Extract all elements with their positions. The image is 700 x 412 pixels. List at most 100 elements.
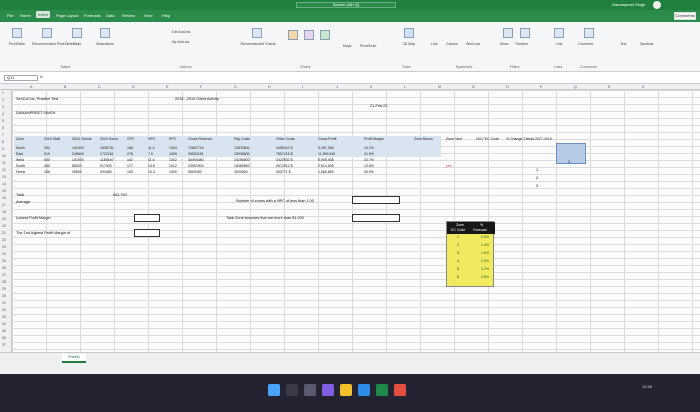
table-cell[interactable]: 294480 bbox=[100, 170, 112, 174]
table-cell[interactable]: 5,905,938 bbox=[318, 158, 334, 162]
row-header[interactable]: 19 bbox=[2, 217, 6, 221]
chat-icon[interactable] bbox=[322, 384, 334, 396]
header-cell[interactable]: RPC bbox=[169, 137, 176, 141]
table-cell[interactable]: 1002 bbox=[169, 158, 177, 162]
my-addins-button[interactable]: My Add-ins bbox=[172, 40, 206, 44]
row-header[interactable]: 13 bbox=[2, 175, 6, 179]
header-cell[interactable]: Zone bbox=[16, 137, 24, 141]
table-cell[interactable]: 30.0% bbox=[364, 170, 374, 174]
link-icon[interactable] bbox=[554, 28, 564, 38]
row-header[interactable]: 33 bbox=[2, 315, 6, 319]
table-cell[interactable]: 5,497,306 bbox=[318, 146, 334, 150]
tab-formulas[interactable]: Formulas bbox=[84, 13, 101, 18]
header-cell[interactable]: 2016 Staff bbox=[44, 137, 60, 141]
col-s[interactable]: S bbox=[642, 85, 644, 89]
col-m[interactable]: M bbox=[438, 85, 441, 89]
table-cell[interactable]: 10.8 bbox=[148, 164, 155, 168]
table-cell[interactable]: Home bbox=[16, 170, 25, 174]
table-cell[interactable]: 1608730 bbox=[100, 146, 114, 150]
fx-icon[interactable]: fx bbox=[40, 74, 43, 79]
header-cell[interactable]: % Change Clients 2017-2019 bbox=[506, 137, 552, 141]
table-cell[interactable]: 3000600 bbox=[234, 170, 248, 174]
row-header[interactable]: 21 bbox=[2, 231, 6, 235]
cell-title[interactable]: 2016 - 2019 Client Activity bbox=[175, 97, 219, 101]
tab-file[interactable]: File bbox=[7, 13, 13, 18]
recommended-pivot-icon[interactable] bbox=[42, 28, 52, 38]
pie-chart-icon[interactable] bbox=[304, 30, 314, 40]
cell-name[interactable]: DAMANPREET SINGH bbox=[16, 111, 55, 115]
col-e[interactable]: E bbox=[166, 85, 168, 89]
slicer-icon[interactable] bbox=[503, 28, 513, 38]
table-cell[interactable]: 177 bbox=[127, 164, 133, 168]
table-cell[interactable]: 1,668,689 bbox=[318, 170, 334, 174]
col-h[interactable]: H bbox=[268, 85, 271, 89]
col-b[interactable]: B bbox=[64, 85, 66, 89]
answer-box-1[interactable] bbox=[134, 214, 160, 222]
forecast-zone[interactable]: 6 bbox=[457, 275, 459, 279]
table-cell[interactable]: 7557216 $ bbox=[276, 152, 293, 156]
forecast-zone[interactable]: 2 bbox=[457, 243, 459, 247]
col-i[interactable]: I bbox=[302, 85, 303, 89]
row-header[interactable]: 5 bbox=[2, 119, 4, 123]
comment-icon[interactable] bbox=[584, 28, 594, 38]
row-header[interactable]: 14 bbox=[2, 182, 6, 186]
forecast-pct[interactable]: 3.8% bbox=[481, 275, 489, 279]
table-icon[interactable] bbox=[72, 28, 82, 38]
row-header[interactable]: 34 bbox=[2, 322, 6, 326]
row-header[interactable]: 8 bbox=[2, 140, 4, 144]
pivottable-icon[interactable] bbox=[12, 28, 22, 38]
header-cell[interactable]: Pay Costs bbox=[234, 137, 250, 141]
col-q[interactable]: Q bbox=[574, 85, 577, 89]
pivotchart-label[interactable]: PivotChart bbox=[360, 44, 376, 48]
table-cell[interactable]: 11,999,945 bbox=[318, 152, 335, 156]
table-cell[interactable]: 15935600 bbox=[234, 152, 250, 156]
col-n[interactable]: N bbox=[472, 85, 475, 89]
sparkline-line[interactable]: Line bbox=[431, 42, 438, 46]
table-cell[interactable]: 11.6 bbox=[148, 158, 155, 162]
cell-date[interactable]: 21-Feb-22 bbox=[370, 104, 388, 108]
bar-chart-icon[interactable] bbox=[288, 30, 298, 40]
table-cell[interactable]: 7.0 bbox=[148, 152, 153, 156]
col-k[interactable]: K bbox=[370, 85, 372, 89]
header-cell[interactable]: CPC bbox=[127, 137, 134, 141]
row-header[interactable]: 9 bbox=[2, 147, 4, 151]
table-cell[interactable]: 10.3 bbox=[148, 170, 155, 174]
row-header[interactable]: 24 bbox=[2, 252, 6, 256]
row-header[interactable]: 31 bbox=[2, 301, 6, 305]
question-hpc[interactable]: Number of zones with a HPC of less than … bbox=[236, 199, 314, 203]
sheet-tab[interactable]: Sheet1 bbox=[62, 354, 86, 363]
table-cell[interactable]: 2672912 $ bbox=[276, 164, 293, 168]
row-header[interactable]: 12 bbox=[2, 168, 6, 172]
table-cell[interactable]: 24.7% bbox=[364, 158, 374, 162]
tab-page-layout[interactable]: Page Layout bbox=[56, 13, 78, 18]
search-box[interactable]: Search (Alt+Q) bbox=[296, 2, 396, 8]
header-cell[interactable]: 2016 Clients bbox=[72, 137, 91, 141]
table-cell[interactable]: 4456410 $ bbox=[276, 146, 293, 150]
worksheet-grid[interactable]: A B C D E F G H I J K L M N O P Q R S 12… bbox=[0, 84, 700, 352]
table-cell[interactable]: 12870600 bbox=[234, 146, 250, 150]
sparkline-column[interactable]: Column bbox=[446, 42, 458, 46]
table-cell[interactable]: West bbox=[16, 158, 24, 162]
table-cell[interactable]: 3322502 $ bbox=[276, 158, 293, 162]
header-cell[interactable]: 2016 Hours bbox=[100, 137, 118, 141]
table-cell[interactable]: 510 bbox=[44, 152, 50, 156]
forecast-zone[interactable]: 5 bbox=[457, 267, 459, 271]
header-cell[interactable]: Zone Bonus bbox=[414, 137, 433, 141]
row-header[interactable]: 3 bbox=[2, 105, 4, 109]
text-label[interactable]: Text bbox=[620, 42, 626, 46]
table-cell[interactable]: 917900 bbox=[100, 164, 112, 168]
table-cell[interactable]: 1722161 bbox=[100, 152, 114, 156]
col-j[interactable]: J bbox=[336, 85, 338, 89]
table-cell[interactable]: 166 bbox=[127, 146, 133, 150]
header-cell[interactable]: Zone Vest bbox=[446, 137, 462, 141]
question-lowest-margin[interactable]: Lowest Profit Margin bbox=[16, 216, 51, 220]
table-cell[interactable]: 1004 bbox=[169, 146, 177, 150]
col-f[interactable]: F bbox=[200, 85, 202, 89]
tab-review[interactable]: Review bbox=[122, 13, 135, 18]
edge-icon[interactable] bbox=[358, 384, 370, 396]
row-header[interactable]: 32 bbox=[2, 308, 6, 312]
table-cell[interactable]: 2,514,908 bbox=[318, 164, 334, 168]
forecast-pct[interactable]: 1.4% bbox=[481, 243, 489, 247]
table-cell[interactable]: 36493480 bbox=[188, 158, 204, 162]
table-cell[interactable]: 1000 bbox=[169, 170, 177, 174]
